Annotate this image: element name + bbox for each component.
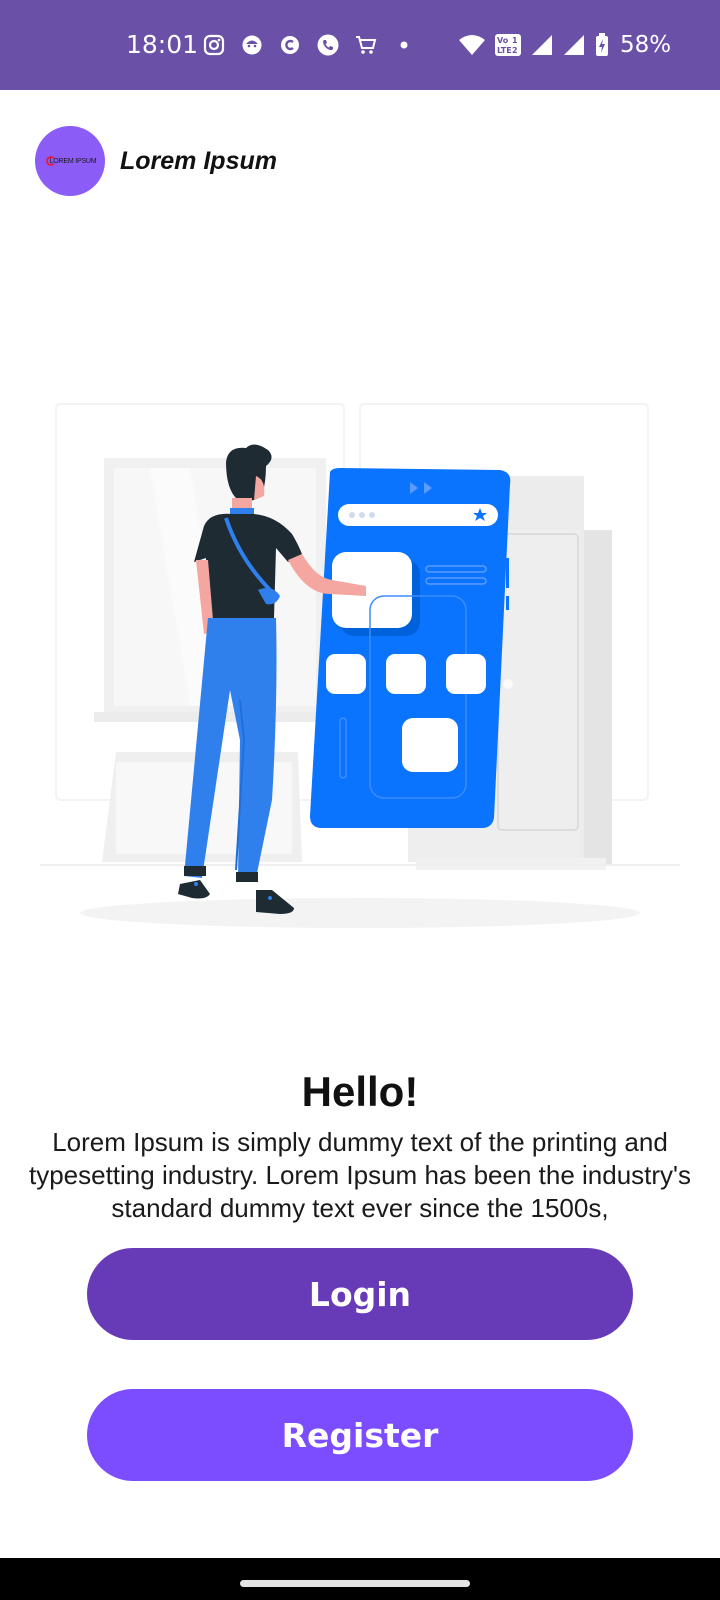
navigation-bar — [0, 1558, 720, 1600]
battery-icon — [594, 33, 610, 57]
app-face-icon — [240, 33, 264, 57]
home-gesture-handle[interactable] — [240, 1580, 470, 1587]
instagram-icon — [202, 33, 226, 57]
greeting-title: Hello! — [301, 1068, 419, 1115]
notification-icons — [202, 30, 416, 60]
status-bar: 18:01 Vo 1 LTE 2 58% — [0, 0, 720, 90]
volte-num-bottom: 2 — [512, 46, 518, 55]
app-header: LOREM IPSUM Lorem Ipsum — [35, 126, 277, 196]
logo-swirl-icon — [46, 156, 56, 166]
volte-icon: Vo 1 LTE 2 — [494, 33, 522, 57]
cart-icon — [354, 33, 378, 57]
description-text: Lorem Ipsum is simply dummy text of the … — [28, 1127, 692, 1223]
signal-icon — [562, 33, 586, 57]
status-time: 18:01 — [126, 30, 199, 59]
volte-label-top: Vo — [497, 36, 509, 45]
register-button[interactable]: Register — [87, 1389, 633, 1481]
logo-text: LOREM IPSUM — [49, 157, 97, 165]
system-icons: Vo 1 LTE 2 58% — [458, 30, 671, 60]
battery-percent: 58% — [620, 32, 672, 58]
wifi-icon — [458, 33, 486, 57]
phone-call-icon — [316, 33, 340, 57]
hero-illustration — [40, 400, 680, 960]
volte-label-bottom: LTE — [497, 46, 512, 55]
app-logo: LOREM IPSUM — [35, 126, 105, 196]
dot-icon — [392, 33, 416, 57]
app-c-icon — [278, 33, 302, 57]
login-button[interactable]: Login — [87, 1248, 633, 1340]
signal-icon — [530, 33, 554, 57]
volte-num-top: 1 — [512, 36, 518, 45]
app-title: Lorem Ipsum — [120, 146, 277, 175]
